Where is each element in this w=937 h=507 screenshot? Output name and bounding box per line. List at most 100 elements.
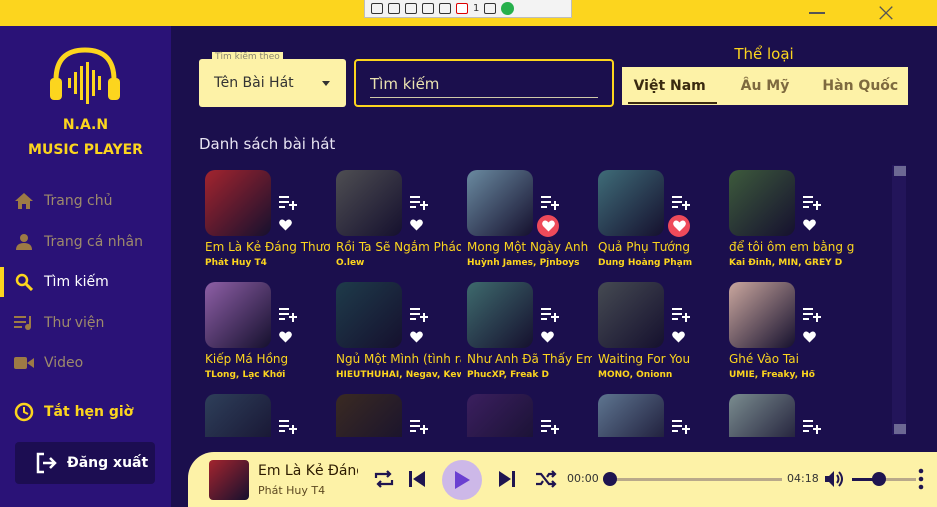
song-card[interactable]: Rồi Ta Sẽ Ngắm Pháo Hoa O.lew: [330, 164, 461, 274]
search-by-label: Tìm kiếm theo: [212, 52, 283, 62]
sidebar-item-profile[interactable]: Trang cá nhân: [0, 227, 171, 257]
song-card[interactable]: Ngủ Một Mình (tình rất tình) HIEUTHUHAI, …: [330, 276, 461, 386]
volume-handle[interactable]: [872, 472, 886, 486]
song-card[interactable]: [199, 388, 330, 437]
playlist-add-icon[interactable]: [410, 306, 428, 322]
playlist-add-icon[interactable]: [279, 418, 297, 434]
more-vertical-icon: [918, 468, 924, 490]
playlist-add-icon[interactable]: [803, 194, 821, 210]
close-icon[interactable]: ×: [871, 0, 901, 26]
song-artist: TLong, Lạc Khởi: [205, 370, 286, 380]
record-icon[interactable]: [388, 3, 400, 14]
capture-mode-icon[interactable]: [371, 3, 383, 14]
search-input[interactable]: [370, 70, 598, 98]
previous-button[interactable]: [406, 468, 428, 490]
skip-previous-icon: [409, 471, 425, 487]
heart-icon[interactable]: [672, 328, 688, 343]
scrollbar[interactable]: [892, 165, 906, 435]
play-button[interactable]: [442, 460, 482, 500]
repeat-button[interactable]: [372, 468, 396, 490]
song-card[interactable]: [330, 388, 461, 437]
song-card[interactable]: [461, 388, 592, 437]
volume-icon: [825, 471, 843, 487]
heart-icon[interactable]: [410, 328, 426, 343]
song-cover: [336, 282, 402, 348]
scroll-up-button[interactable]: [894, 166, 906, 176]
playlist-add-icon[interactable]: [672, 194, 690, 210]
sidebar-item-home[interactable]: Trang chủ: [0, 186, 171, 216]
tab-viet-nam[interactable]: Việt Nam: [622, 67, 718, 105]
heart-icon[interactable]: [410, 216, 426, 231]
tab-au-my[interactable]: Âu Mỹ: [717, 67, 812, 105]
search-by-value: Tên Bài Hát: [214, 75, 294, 91]
song-card[interactable]: để tôi ôm em bằng giai điệu Kai Đinh, MIN…: [723, 164, 854, 274]
minimize-icon[interactable]: [809, 12, 825, 14]
song-card[interactable]: Ghé Vào Tai UMIE, Freaky, Hổ: [723, 276, 854, 386]
heart-icon[interactable]: [668, 215, 690, 237]
skip-next-icon: [499, 471, 515, 487]
playlist-add-icon[interactable]: [410, 418, 428, 434]
song-cover: [467, 394, 533, 437]
next-button[interactable]: [496, 468, 518, 490]
tab-han-quoc[interactable]: Hàn Quốc: [813, 67, 908, 105]
song-cover: [205, 394, 271, 437]
song-cover: [336, 170, 402, 236]
sidebar-item-label: Trang cá nhân: [44, 234, 143, 250]
scroll-down-button[interactable]: [894, 424, 906, 434]
playlist-add-icon[interactable]: [541, 194, 559, 210]
song-cover: [598, 282, 664, 348]
song-title: Quả Phụ Tướng: [598, 240, 690, 254]
playlist-add-icon[interactable]: [672, 418, 690, 434]
accessibility-icon[interactable]: [484, 3, 497, 14]
heart-icon[interactable]: [541, 328, 557, 343]
search-icon: [14, 272, 34, 292]
record-audio-icon[interactable]: [456, 3, 468, 14]
window-capture-icon[interactable]: [439, 3, 451, 14]
sidebar-item-search[interactable]: Tìm kiếm: [0, 267, 171, 297]
duration: 04:18: [787, 472, 819, 485]
playlist-add-icon[interactable]: [803, 418, 821, 434]
song-artist: Phát Huy T4: [205, 258, 267, 268]
logout-button[interactable]: Đăng xuất: [15, 442, 155, 484]
clock-icon: [14, 402, 34, 422]
playlist-add-icon[interactable]: [541, 418, 559, 434]
confirm-icon[interactable]: [501, 2, 515, 15]
more-options-button[interactable]: [918, 468, 924, 490]
shuffle-button[interactable]: [534, 468, 558, 490]
sidebar-item-timer[interactable]: Tắt hẹn giờ: [0, 397, 171, 427]
region-icon[interactable]: [422, 3, 434, 14]
playlist-add-icon[interactable]: [803, 306, 821, 322]
playlist-add-icon[interactable]: [541, 306, 559, 322]
song-card[interactable]: Waiting For You MONO, Onionn: [592, 276, 723, 386]
sidebar-item-library[interactable]: Thư viện: [0, 308, 171, 338]
heart-icon[interactable]: [803, 328, 819, 343]
volume-button[interactable]: [824, 468, 846, 490]
heart-icon[interactable]: [537, 215, 559, 237]
song-artist: PhucXP, Freak D: [467, 370, 549, 380]
pointer-icon[interactable]: [405, 3, 417, 14]
playlist-add-icon[interactable]: [279, 194, 297, 210]
sidebar-item-video[interactable]: Video: [0, 348, 171, 378]
now-playing-title: Em Là Kẻ Đáng Thương: [258, 463, 358, 479]
playlist-add-icon[interactable]: [279, 306, 297, 322]
song-title: Như Anh Đã Thấy Em: [467, 352, 592, 366]
song-title: Kiếp Má Hồng: [205, 352, 289, 366]
logout-icon: [35, 452, 57, 474]
song-grid: Em Là Kẻ Đáng Thương Phát Huy T4 Rồi Ta Sẽ…: [199, 164, 879, 437]
heart-icon[interactable]: [803, 216, 819, 231]
song-card[interactable]: Mong Một Ngày Anh Nhớ Đến Em Huỳnh James,…: [461, 164, 592, 274]
song-card[interactable]: Như Anh Đã Thấy Em PhucXP, Freak D: [461, 276, 592, 386]
song-card[interactable]: [592, 388, 723, 437]
song-artist: HIEUTHUHAI, Negav, Kewtiie: [336, 370, 461, 380]
library-icon: [14, 313, 34, 333]
seek-handle[interactable]: [603, 472, 617, 486]
seek-bar[interactable]: [610, 478, 782, 481]
playlist-add-icon[interactable]: [672, 306, 690, 322]
song-card[interactable]: Em Là Kẻ Đáng Thương Phát Huy T4: [199, 164, 330, 274]
heart-icon[interactable]: [279, 328, 295, 343]
playlist-add-icon[interactable]: [410, 194, 428, 210]
song-card[interactable]: Quả Phụ Tướng Dung Hoàng Phạm: [592, 164, 723, 274]
heart-icon[interactable]: [279, 216, 295, 231]
song-card[interactable]: Kiếp Má Hồng TLong, Lạc Khởi: [199, 276, 330, 386]
song-card[interactable]: [723, 388, 854, 437]
